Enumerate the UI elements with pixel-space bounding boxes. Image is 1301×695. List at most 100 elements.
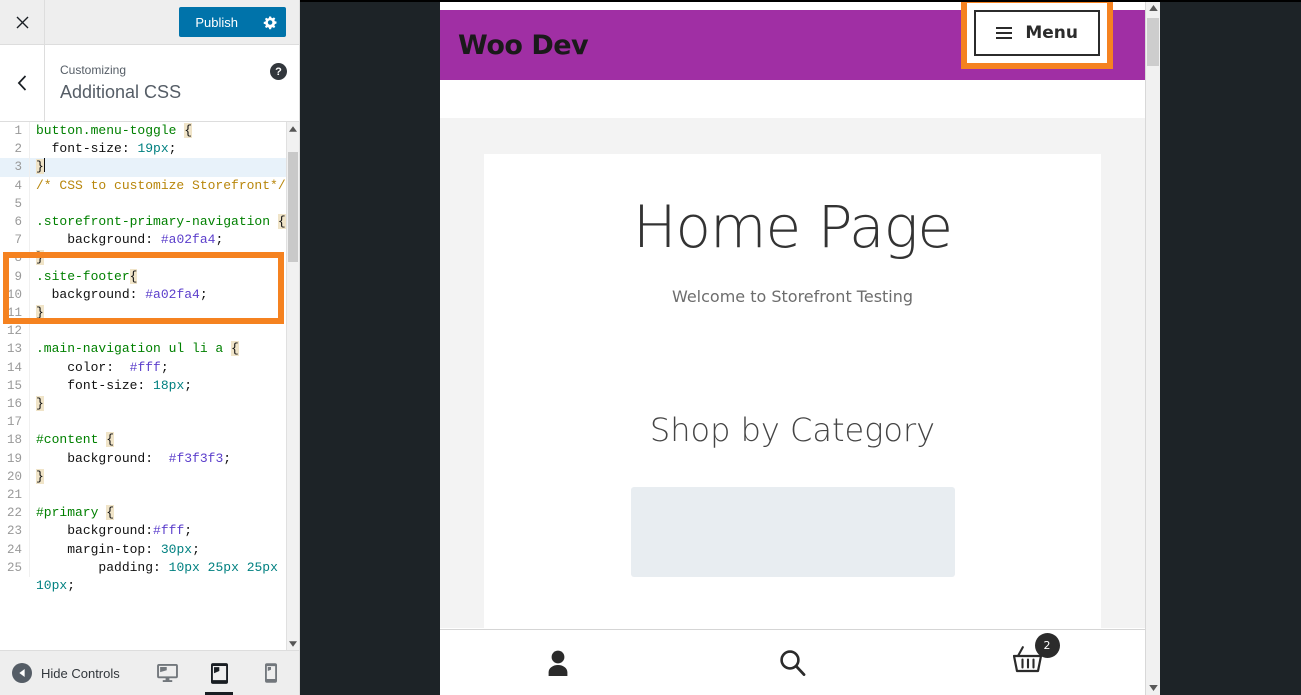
code-line[interactable]: 25 padding: 10px 25px 25px 10px; — [0, 558, 286, 595]
line-text: .main-navigation ul li a { — [36, 341, 239, 357]
line-number: 24 — [0, 540, 30, 559]
caret-up-glyph — [289, 125, 297, 132]
line-text: .storefront-primary-navigation { — [36, 214, 286, 230]
header-bottom-spacer — [440, 80, 1145, 118]
code-line[interactable]: 24 margin-top: 30px; — [0, 540, 286, 559]
line-number: 13 — [0, 340, 30, 359]
code-line[interactable]: 23 background:#fff; — [0, 522, 286, 541]
code-line[interactable]: 5 — [0, 194, 286, 214]
line-number: 19 — [0, 449, 30, 468]
line-number: 25 — [0, 558, 30, 578]
caret-down-glyph — [1148, 684, 1158, 691]
code-line[interactable]: 6 .storefront-primary-navigation { — [0, 213, 286, 232]
code-line[interactable]: 1 button.menu-toggle { — [0, 122, 286, 141]
code-line[interactable]: 14 color: #fff; — [0, 358, 286, 377]
tablet-icon — [210, 662, 228, 684]
publish-button[interactable]: Publish — [179, 7, 254, 37]
chevron-left-glyph — [17, 75, 26, 91]
category-placeholder-block[interactable] — [630, 486, 955, 577]
line-text: background: #a02fa4; — [36, 232, 224, 248]
customizer-topbar: Publish — [0, 0, 299, 45]
device-preview-switcher — [151, 651, 287, 695]
breadcrumb: Customizing — [60, 63, 127, 77]
page-subheading: Welcome to Storefront Testing — [671, 286, 914, 306]
line-number: 1 — [0, 122, 30, 141]
customizer-sidebar: Publish Customizing Additional CSS ? 1 b… — [0, 0, 300, 695]
caret-left-glyph — [19, 669, 25, 677]
line-text: #content { — [36, 432, 115, 448]
line-text: } — [36, 305, 44, 321]
frame-top-border — [300, 0, 1301, 2]
editor-scrollbar[interactable] — [286, 122, 299, 650]
device-tablet-button[interactable] — [203, 651, 235, 695]
hamburger-icon — [996, 27, 1013, 39]
code-line[interactable]: 10 background: #a02fa4; — [0, 285, 286, 305]
desktop-icon — [156, 664, 178, 682]
line-text: font-size: 18px; — [36, 377, 193, 393]
code-line[interactable]: 19 background: #f3f3f3; — [0, 449, 286, 468]
line-number: 16 — [0, 395, 30, 414]
editor-scroll-thumb[interactable] — [288, 152, 298, 262]
code-line[interactable]: 18 #content { — [0, 431, 286, 450]
cart-icon-wrap: 2 — [1012, 633, 1060, 679]
search-button[interactable] — [675, 630, 910, 695]
section-titles: Customizing Additional CSS — [45, 45, 299, 121]
line-number: 2 — [0, 140, 30, 159]
line-number: 23 — [0, 522, 30, 541]
css-editor[interactable]: 1 button.menu-toggle {2 font-size: 19px; 3… — [0, 122, 299, 650]
hide-controls-button[interactable]: Hide Controls — [12, 663, 120, 683]
site-brand[interactable]: Woo Dev — [458, 30, 589, 61]
code-line[interactable]: 17 — [0, 413, 286, 432]
section-heading: Shop by Category — [649, 410, 936, 449]
preview-scrollbar[interactable] — [1145, 0, 1160, 695]
code-line[interactable]: 21 — [0, 486, 286, 505]
line-number: 3 — [0, 158, 30, 177]
line-number: 22 — [0, 504, 30, 523]
collapse-icon — [12, 663, 32, 683]
cart-button[interactable]: 2 — [910, 630, 1145, 695]
line-text: button.menu-toggle { — [36, 123, 193, 138]
code-line[interactable]: 11} — [0, 304, 286, 323]
line-number: 12 — [0, 322, 30, 341]
menu-button-highlight: Menu — [961, 0, 1113, 69]
mobile-icon — [265, 663, 277, 683]
gear-icon[interactable] — [254, 7, 286, 37]
code-line[interactable]: 20} — [0, 467, 286, 487]
account-button[interactable] — [440, 630, 675, 695]
preview-scroll-down-icon[interactable] — [1146, 680, 1160, 695]
site-preview-frame[interactable]: Woo Dev Menu Home Page Welcome to Storef… — [440, 0, 1145, 695]
code-line[interactable]: 22 #primary { — [0, 504, 286, 523]
code-line[interactable]: 8} — [0, 249, 286, 268]
code-line[interactable]: 7 background: #a02fa4; — [0, 231, 286, 250]
menu-toggle-button[interactable]: Menu — [974, 10, 1100, 56]
search-icon — [780, 650, 806, 676]
close-icon[interactable] — [0, 0, 45, 44]
preview-scroll-thumb[interactable] — [1147, 18, 1159, 66]
code-line[interactable]: 9 .site-footer{ — [0, 267, 286, 286]
help-icon[interactable]: ? — [270, 63, 287, 80]
code-line[interactable]: 4 /* CSS to customize Storefront*/ — [0, 176, 286, 195]
hide-controls-label: Hide Controls — [41, 665, 120, 681]
line-number: 6 — [0, 213, 30, 232]
code-line[interactable]: 16} — [0, 395, 286, 414]
device-desktop-button[interactable] — [151, 651, 183, 695]
line-text: } — [36, 158, 45, 175]
code-line[interactable]: 13 .main-navigation ul li a { — [0, 340, 286, 359]
back-chevron-icon[interactable] — [0, 45, 45, 121]
line-number: 9 — [0, 267, 30, 286]
line-text: /* CSS to customize Storefront*/ — [36, 177, 286, 193]
code-line[interactable]: 3} — [0, 158, 286, 177]
line-text: font-size: 19px; — [36, 141, 177, 157]
code-lines[interactable]: 1 button.menu-toggle {2 font-size: 19px; 3… — [0, 122, 286, 650]
device-mobile-button[interactable] — [255, 651, 287, 695]
scroll-down-icon[interactable] — [287, 637, 299, 650]
line-text: color: #fff; — [36, 359, 169, 375]
page-heading: Home Page — [632, 193, 953, 261]
code-line[interactable]: 12 — [0, 322, 286, 341]
code-line[interactable]: 15 font-size: 18px; — [0, 376, 286, 396]
preview-scroll-up-icon[interactable] — [1146, 0, 1160, 15]
line-number: 18 — [0, 431, 30, 450]
code-line[interactable]: 2 font-size: 19px; — [0, 140, 286, 159]
line-text: background:#fff; — [36, 523, 193, 539]
scroll-up-icon[interactable] — [287, 122, 299, 135]
